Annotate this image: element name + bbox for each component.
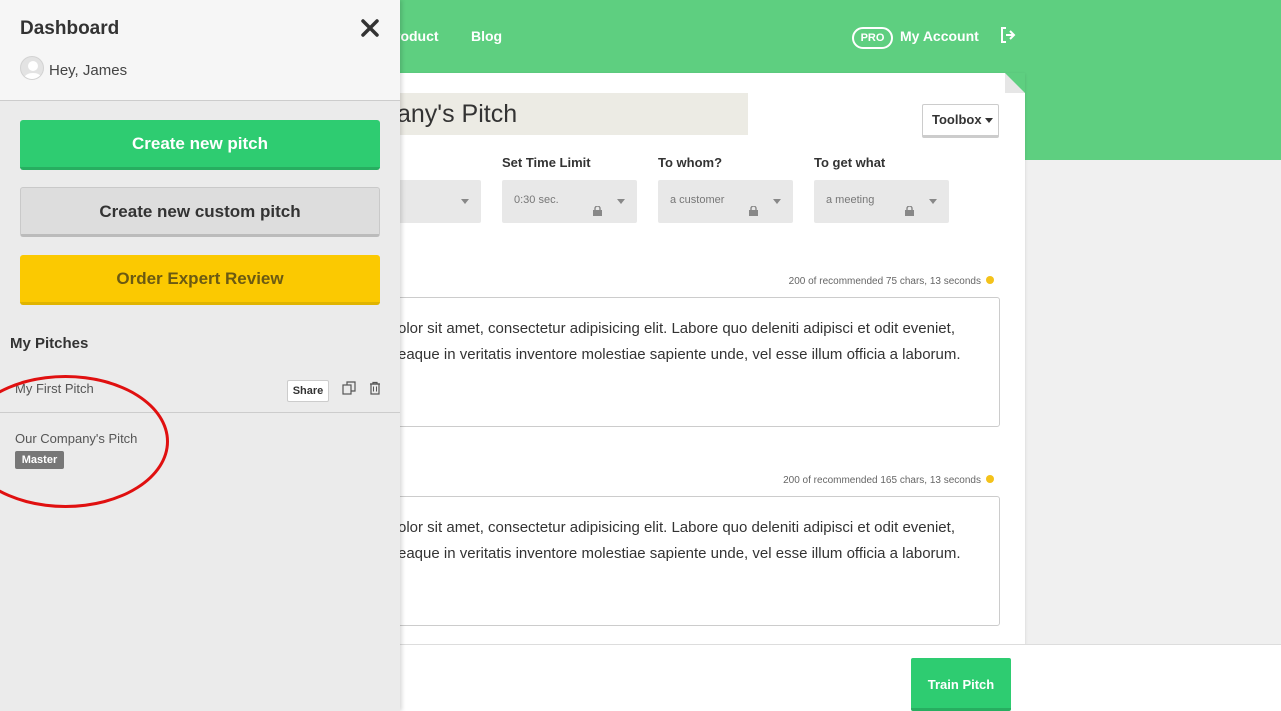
select-to-get-what[interactable]: a meeting (814, 180, 949, 223)
textarea-line: eaque in veritatis inventore molestiae s… (398, 545, 961, 562)
sidebar-title: Dashboard (20, 18, 120, 39)
toolbox-button[interactable]: Toolbox (922, 104, 999, 138)
lock-icon (593, 193, 602, 216)
section-2-textarea[interactable]: olor sit amet, consectetur adipisicing e… (360, 496, 1000, 626)
close-icon[interactable] (360, 18, 380, 38)
status-dot-icon (986, 276, 994, 284)
field-label-to-get-what: To get what (814, 155, 886, 170)
textarea-line: eaque in veritatis inventore molestiae s… (398, 346, 961, 363)
textarea-line: olor sit amet, consectetur adipisicing e… (398, 519, 955, 536)
select-value: 0:30 sec. (514, 194, 559, 206)
nav-link-blog[interactable]: Blog (471, 28, 502, 44)
section-2-stats: 200 of recommended 165 chars, 13 seconds (783, 475, 981, 486)
lock-icon (749, 193, 758, 216)
trash-icon[interactable] (368, 381, 382, 395)
order-expert-review-button[interactable]: Order Expert Review (20, 255, 380, 305)
dashboard-sidebar: Dashboard Hey, James Create new pitch Cr… (0, 0, 400, 711)
pro-badge: PRO (852, 27, 893, 49)
lock-icon (905, 193, 914, 216)
select-time-limit[interactable]: 0:30 sec. (502, 180, 637, 223)
select-value: a meeting (826, 194, 875, 206)
dropdown-caret-icon (929, 199, 937, 204)
textarea-line: olor sit amet, consectetur adipisicing e… (398, 320, 955, 337)
create-new-pitch-button[interactable]: Create new pitch (20, 120, 380, 170)
train-pitch-button[interactable]: Train Pitch (911, 658, 1011, 711)
select-value: a customer (670, 194, 725, 206)
dropdown-caret-icon (461, 199, 469, 204)
my-account-link[interactable]: My Account (900, 28, 979, 44)
user-greeting: Hey, James (49, 62, 128, 79)
field-label-to-whom: To whom? (658, 155, 723, 170)
avatar (20, 56, 44, 80)
pitch-title-input[interactable]: any's Pitch (360, 93, 748, 135)
section-1-textarea[interactable]: olor sit amet, consectetur adipisicing e… (360, 297, 1000, 427)
status-dot-icon (986, 475, 994, 483)
my-pitches-heading: My Pitches (10, 335, 89, 352)
share-button[interactable]: Share (287, 380, 329, 402)
toolbox-label: Toolbox (932, 112, 982, 127)
dropdown-caret-icon (773, 199, 781, 204)
field-label-time-limit: Set Time Limit (502, 155, 591, 170)
pitch-editor-card: any's Pitch Toolbox Set Time Limit To wh… (360, 73, 1025, 653)
dropdown-caret-icon (617, 199, 625, 204)
caret-down-icon (984, 118, 993, 124)
duplicate-icon[interactable] (342, 381, 356, 395)
sidebar-header: Dashboard Hey, James (0, 0, 400, 101)
create-custom-pitch-button[interactable]: Create new custom pitch (20, 187, 380, 237)
sign-out-icon[interactable] (1000, 26, 1016, 44)
card-corner-fold (1005, 73, 1025, 93)
select-to-whom[interactable]: a customer (658, 180, 793, 223)
section-1-stats: 200 of recommended 75 chars, 13 seconds (788, 276, 981, 287)
nav-link-product[interactable]: roduct (395, 28, 439, 44)
